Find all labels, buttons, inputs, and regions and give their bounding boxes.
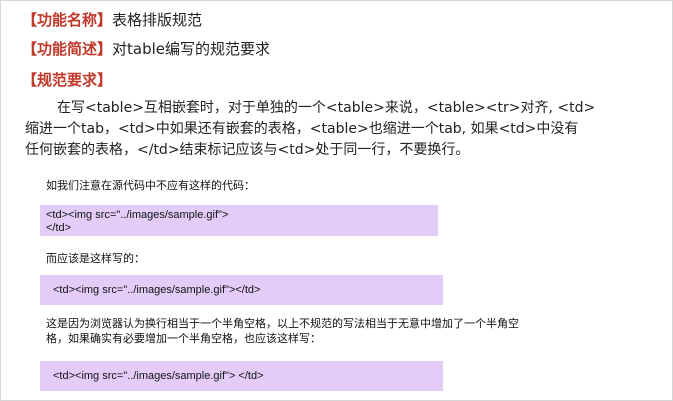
function-name-value: 表格排版规范 bbox=[112, 11, 203, 29]
requirements-line: 任何嵌套的表格，</td>结束标记应该与<td>处于同一行，不要换行。 bbox=[25, 142, 470, 158]
space-code-line: <td><img src="../images/sample.gif"> </t… bbox=[53, 370, 264, 382]
good-intro: 而应该是这样写的： bbox=[46, 252, 145, 265]
function-desc-value: 对table编写的规范要求 bbox=[112, 40, 271, 58]
good-code-block: <td><img src="../images/sample.gif"></td… bbox=[40, 275, 443, 305]
reason-line: 这是因为浏览器认为换行相当于一个半角空格，以上不规范的写法相当于无意中增加了一个… bbox=[46, 317, 519, 330]
bad-code-line: <td><img src="../images/sample.gif"> bbox=[46, 209, 229, 221]
function-name-row: 【功能名称】表格排版规范 bbox=[22, 10, 202, 30]
requirements-row: 【规范要求】 bbox=[22, 70, 112, 90]
function-name-label: 【功能名称】 bbox=[22, 11, 113, 29]
example-intro: 如我们注意在源代码中不应有这样的代码： bbox=[46, 179, 255, 192]
requirements-paragraph: 在写<table>互相嵌套时，对于单独的一个<table>来说，<table><… bbox=[25, 98, 653, 161]
reason-line: 格，如果确实有必要增加一个半角空格，也应该这样写： bbox=[46, 332, 321, 345]
requirements-line: 缩进一个tab，<td>中如果还有嵌套的表格，<table>也缩进一个tab, … bbox=[25, 121, 579, 137]
requirements-label: 【规范要求】 bbox=[22, 71, 113, 89]
function-desc-row: 【功能简述】对table编写的规范要求 bbox=[22, 39, 270, 59]
bad-code-line: </td> bbox=[46, 222, 72, 234]
good-code-line: <td><img src="../images/sample.gif"></td… bbox=[53, 284, 261, 296]
space-code-block: <td><img src="../images/sample.gif"> </t… bbox=[40, 361, 443, 391]
bad-code-block: <td><img src="../images/sample.gif"> </t… bbox=[40, 205, 438, 236]
function-desc-label: 【功能简述】 bbox=[22, 40, 113, 58]
requirements-line: 在写<table>互相嵌套时，对于单独的一个<table>来说，<table><… bbox=[57, 100, 596, 116]
